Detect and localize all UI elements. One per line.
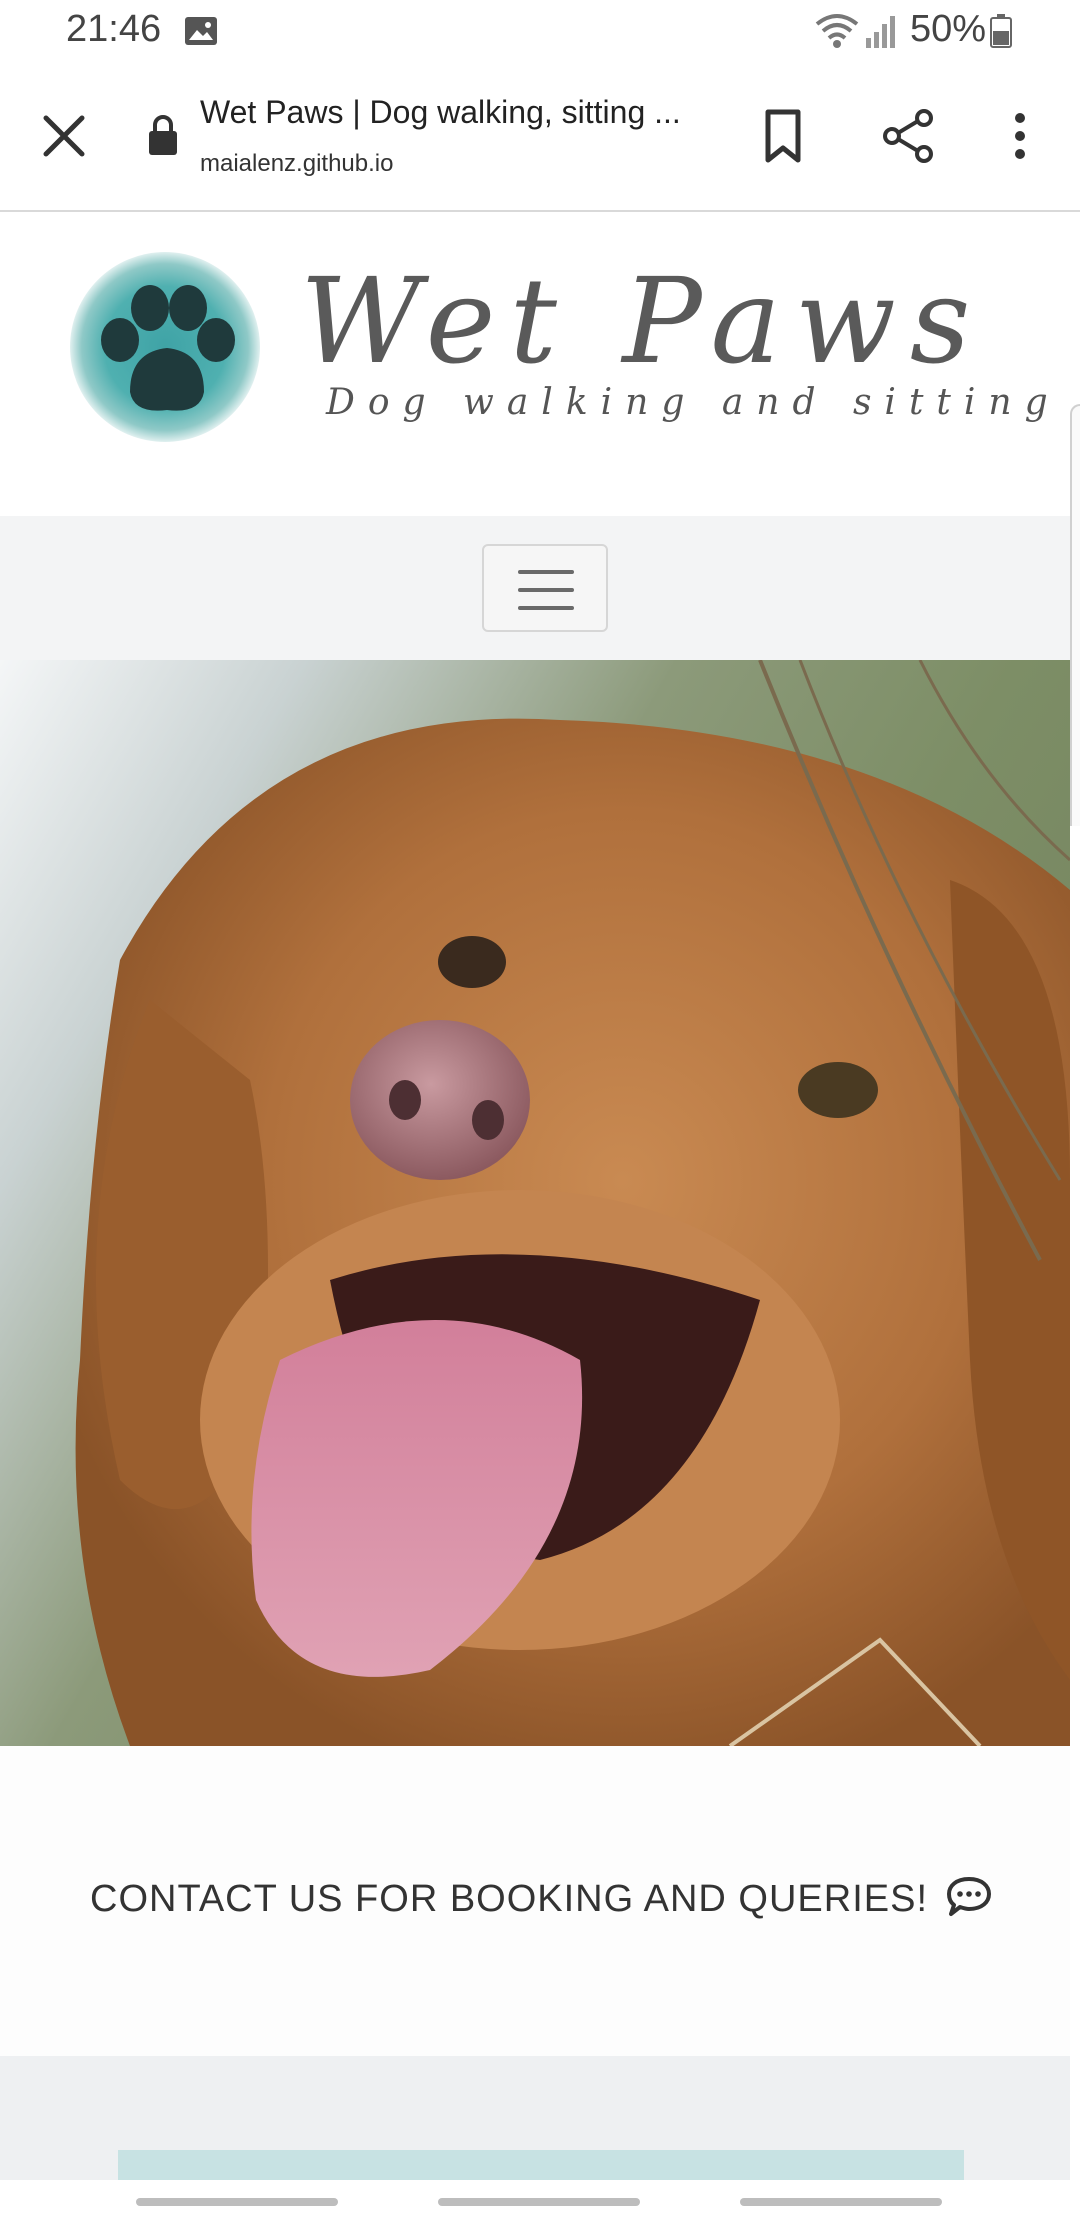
brand-name: Wet Paws [300, 252, 985, 390]
hero-image [0, 660, 1070, 1746]
page-url[interactable]: maialenz.github.io [200, 150, 393, 178]
footer-banner [118, 2150, 964, 2180]
nav-toggle-button[interactable] [482, 544, 608, 632]
nav-home-button[interactable] [438, 2198, 640, 2206]
dog-photo [75, 660, 1070, 1746]
status-bar: 21:46 50% [0, 0, 1080, 64]
footer-section [0, 2056, 1070, 2180]
lock-icon [149, 115, 177, 155]
nav-back-button[interactable] [740, 2198, 942, 2206]
share-icon[interactable] [878, 106, 938, 166]
battery-icon [990, 14, 1012, 48]
page-title[interactable]: Wet Paws | Dog walking, sitting ... [200, 94, 700, 131]
nav-recent-button[interactable] [136, 2198, 338, 2206]
chat-bubble-icon[interactable] [946, 1876, 992, 1918]
navbar [0, 516, 1070, 660]
brand-tagline: Dog walking and sitting [326, 382, 1061, 423]
system-nav-bar [0, 2180, 1080, 2220]
status-time: 21:46 [66, 8, 162, 50]
contact-section: CONTACT US FOR BOOKING AND QUERIES! [0, 1746, 1070, 2056]
contact-cta[interactable]: CONTACT US FOR BOOKING AND QUERIES! [90, 1878, 928, 1921]
site-header: Wet Paws Dog walking and sitting [0, 212, 1080, 516]
bookmark-icon[interactable] [756, 106, 810, 166]
more-vert-icon[interactable] [1000, 106, 1040, 166]
browser-toolbar: Wet Paws | Dog walking, sitting ... maia… [0, 64, 1080, 213]
paw-icon [101, 285, 235, 411]
signal-icon [866, 16, 895, 48]
battery-percent: 50% [910, 8, 987, 50]
gallery-icon [185, 17, 217, 45]
wifi-icon [815, 14, 859, 48]
site-logo[interactable] [70, 252, 260, 442]
close-icon[interactable] [36, 108, 92, 164]
scroll-handle[interactable] [1070, 404, 1080, 826]
